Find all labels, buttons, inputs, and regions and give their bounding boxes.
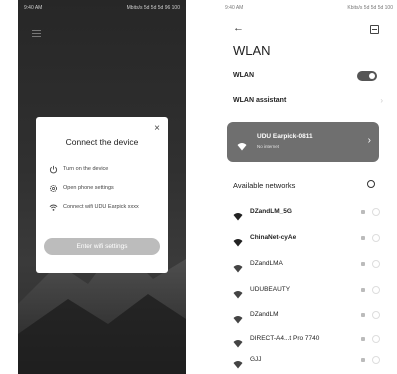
network-item[interactable]: UDUBEAUTY (233, 285, 383, 299)
network-item[interactable]: DZandLM_5G (233, 207, 383, 221)
left-phone-screen: 9:40 AM Mbits/s 5d 5d 5d 96 100 × Connec… (18, 0, 186, 374)
lock-icon (361, 358, 365, 362)
dialog-title: Connect the device (65, 137, 139, 147)
info-icon[interactable] (372, 234, 380, 242)
right-phone-screen: 9:40 AM Kbits/s 5d 5d 5d 100 ← WLAN WLAN… (219, 0, 397, 374)
lock-icon (361, 236, 365, 240)
status-bar: 9:40 AM Mbits/s 5d 5d 5d 96 100 (18, 3, 186, 13)
qr-scan-icon[interactable] (370, 25, 379, 34)
menu-icon[interactable] (32, 30, 41, 37)
network-name: DIRECT-A4...t Pro 7740 (250, 335, 320, 342)
status-icons: Mbits/s 5d 5d 5d 96 100 (126, 5, 180, 11)
wifi-icon (233, 356, 243, 369)
info-icon[interactable] (372, 286, 380, 294)
network-name: DZandLM (250, 311, 279, 318)
network-item[interactable]: DZandLMA (233, 259, 383, 273)
wifi-icon (233, 234, 243, 247)
network-item[interactable]: DZandLM (233, 310, 383, 324)
network-name: DZandLM_5G (250, 208, 292, 215)
info-icon[interactable] (372, 335, 380, 343)
settings-gear-icon (48, 183, 58, 193)
info-icon[interactable] (372, 311, 380, 319)
step-label: Turn on the device (63, 166, 109, 172)
lock-icon (361, 262, 365, 266)
wifi-icon (233, 335, 243, 348)
wlan-assistant-item[interactable]: WLAN assistant (233, 97, 286, 104)
wifi-icon (237, 138, 247, 151)
info-icon[interactable] (372, 260, 380, 268)
lock-icon (361, 210, 365, 214)
chevron-right-icon[interactable]: › (368, 135, 371, 146)
power-icon (48, 164, 58, 174)
lock-icon (361, 313, 365, 317)
step-label: Connect wifi UDU Earpick xxxx (63, 204, 139, 210)
wlan-label: WLAN (233, 72, 254, 79)
lock-icon (361, 337, 365, 341)
enter-wifi-settings-button[interactable]: Enter wifi settings (44, 238, 160, 255)
network-name: GJJ (250, 356, 262, 363)
status-time: 9:40 AM (225, 5, 244, 11)
wlan-toggle-row[interactable]: WLAN (233, 71, 385, 83)
wifi-icon (233, 311, 243, 324)
available-networks-header: Available networks (233, 181, 296, 190)
info-icon[interactable] (372, 356, 380, 364)
network-name: ChinaNet-cyAe (250, 234, 297, 241)
wifi-icon (233, 286, 243, 299)
wlan-toggle[interactable] (357, 71, 377, 81)
wifi-icon (48, 202, 58, 212)
status-bar: 9:40 AM Kbits/s 5d 5d 5d 100 (219, 3, 397, 13)
close-icon[interactable]: × (154, 124, 160, 134)
network-name: UDUBEAUTY (250, 286, 291, 293)
wifi-icon (233, 208, 243, 221)
back-arrow-icon[interactable]: ← (233, 22, 244, 34)
network-item[interactable]: ChinaNet-cyAe (233, 233, 383, 247)
connected-network-card[interactable]: UDU Earpick-0811 No internet › (227, 122, 379, 162)
lock-icon (361, 288, 365, 292)
wifi-icon (233, 260, 243, 273)
status-time: 9:40 AM (24, 5, 43, 11)
status-icons: Kbits/s 5d 5d 5d 100 (347, 5, 393, 11)
info-icon[interactable] (372, 208, 380, 216)
chevron-right-icon: › (380, 96, 383, 105)
network-item[interactable]: GJJ (233, 355, 383, 369)
network-item[interactable]: DIRECT-A4...t Pro 7740 (233, 334, 383, 348)
connected-network-status: No internet (257, 144, 280, 149)
connected-network-name: UDU Earpick-0811 (257, 133, 313, 140)
network-name: DZandLMA (250, 260, 283, 267)
refresh-icon[interactable] (367, 180, 375, 188)
connect-device-dialog: × Connect the device Turn on the device … (36, 117, 168, 273)
page-title: WLAN (233, 43, 271, 58)
step-label: Open phone settings (63, 185, 114, 191)
